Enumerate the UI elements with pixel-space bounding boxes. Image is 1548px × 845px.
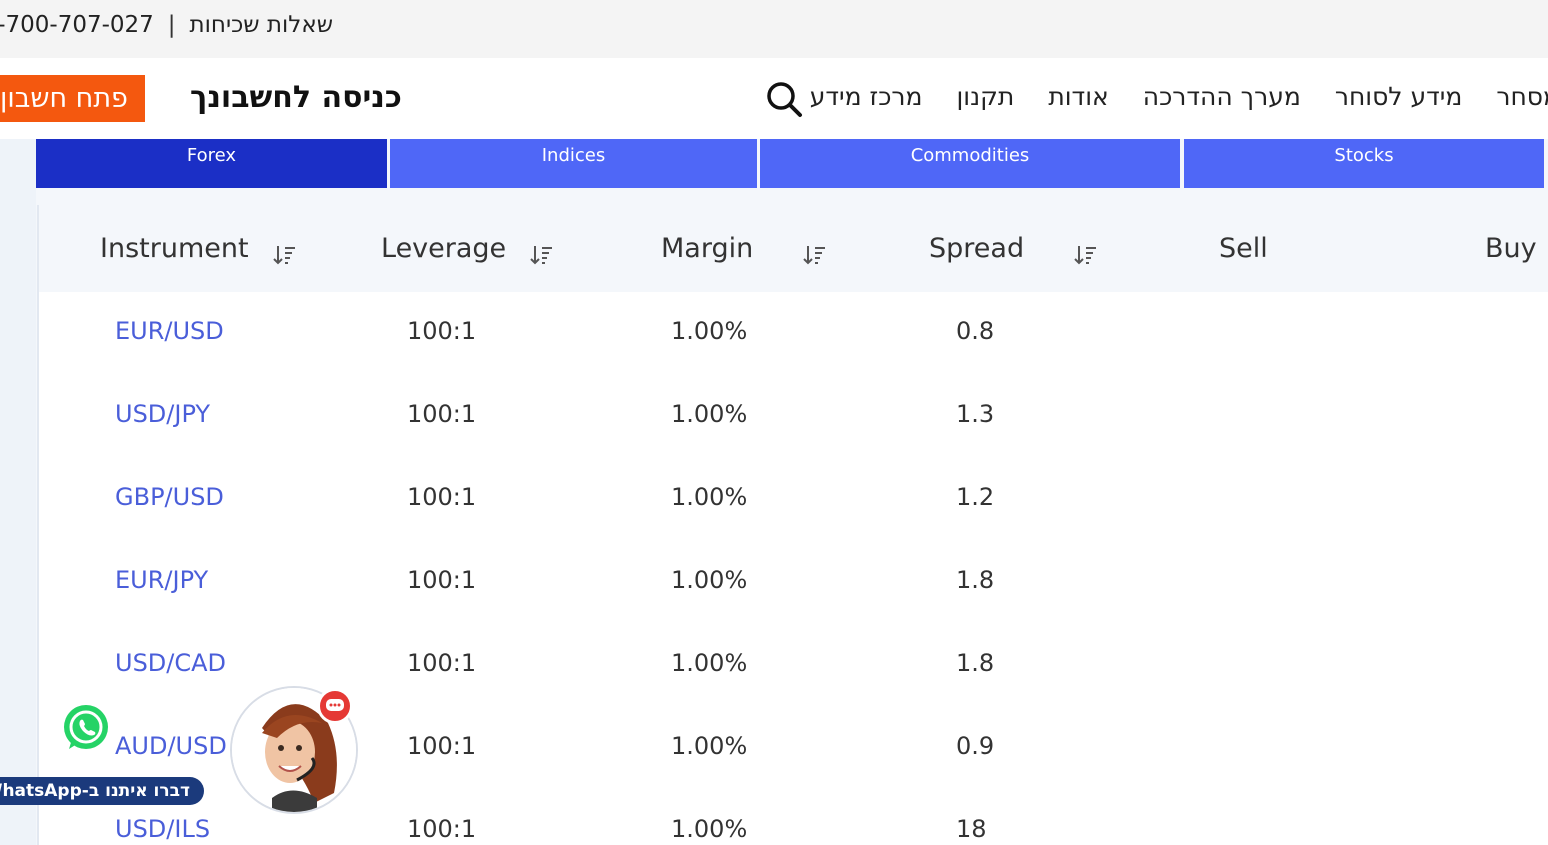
instrument-tabs: Forex Indices Commodities Stocks <box>36 139 1548 188</box>
spread-cell: 1.8 <box>956 566 995 594</box>
leverage-cell: 100:1 <box>407 815 477 843</box>
leverage-cell: 100:1 <box>407 400 477 428</box>
margin-cell: 1.00% <box>671 317 748 345</box>
spread-cell: 1.3 <box>956 400 995 428</box>
tab-commodities[interactable]: Commodities <box>760 139 1180 188</box>
table-header: Instrument Leverage Margin Spread Sell B… <box>39 205 1548 292</box>
spread-cell: 0.9 <box>956 732 995 760</box>
instrument-link[interactable]: EUR/USD <box>115 317 224 345</box>
margin-cell: 1.00% <box>671 400 748 428</box>
chat-bubble-icon[interactable] <box>317 688 353 724</box>
whatsapp-icon[interactable] <box>60 702 112 754</box>
whatsapp-chat-button[interactable]: דברו איתנו ב-WhatsApp <box>0 777 204 805</box>
leverage-cell: 100:1 <box>407 483 477 511</box>
dots-icon <box>326 699 344 711</box>
contact-info: שאלות שכיחות | 1-700-707-027 <box>0 12 333 38</box>
instrument-link[interactable]: EUR/JPY <box>115 566 208 594</box>
faq-link[interactable]: שאלות שכיחות <box>190 12 333 38</box>
column-header-spread[interactable]: Spread <box>929 233 1098 267</box>
instrument-link[interactable]: USD/ILS <box>115 815 210 843</box>
column-label: Spread <box>929 233 1025 264</box>
margin-cell: 1.00% <box>671 483 748 511</box>
column-header-margin[interactable]: Margin <box>661 233 827 267</box>
instrument-link[interactable]: AUD/USD <box>115 732 227 760</box>
sort-icon[interactable] <box>803 243 827 267</box>
login-link[interactable]: כניסה לחשבונך <box>190 80 402 115</box>
column-header-buy: Buy <box>1485 233 1537 264</box>
instrument-link[interactable]: GBP/USD <box>115 483 224 511</box>
tab-indices[interactable]: Indices <box>390 139 757 188</box>
spread-cell: 1.8 <box>956 649 995 677</box>
table-row: EUR/JPY 100:1 1.00% 1.8 <box>39 541 1548 626</box>
search-icon[interactable] <box>765 80 803 118</box>
tab-forex[interactable]: Forex <box>36 139 387 188</box>
column-header-sell: Sell <box>1219 233 1268 264</box>
column-label: Margin <box>661 233 754 264</box>
background-decoration <box>0 139 36 845</box>
nav-item-training[interactable]: מערך ההדרכה <box>1143 82 1301 111</box>
sort-icon[interactable] <box>530 243 554 267</box>
open-account-button[interactable]: פתח חשבון <box>0 75 145 122</box>
nav-menu: מסחר מידע לסוחר מערך ההדרכה אודות תקנון … <box>810 82 1548 111</box>
column-label: Leverage <box>381 233 507 264</box>
margin-cell: 1.00% <box>671 732 748 760</box>
margin-cell: 1.00% <box>671 649 748 677</box>
main-navbar: פתח חשבון כניסה לחשבונך מסחר מידע לסוחר … <box>0 58 1548 139</box>
spread-cell: 18 <box>956 815 987 843</box>
nav-item-about[interactable]: אודות <box>1048 82 1108 111</box>
spread-cell: 0.8 <box>956 317 995 345</box>
instrument-link[interactable]: USD/CAD <box>115 649 226 677</box>
spread-cell: 1.2 <box>956 483 995 511</box>
top-info-bar: שאלות שכיחות | 1-700-707-027 <box>0 0 1548 58</box>
table-row: GBP/USD 100:1 1.00% 1.2 <box>39 458 1548 543</box>
tab-stocks[interactable]: Stocks <box>1184 139 1544 188</box>
column-label: Sell <box>1219 233 1268 264</box>
margin-cell: 1.00% <box>671 815 748 843</box>
nav-item-trader-info[interactable]: מידע לסוחר <box>1335 82 1463 111</box>
leverage-cell: 100:1 <box>407 566 477 594</box>
table-row: EUR/USD 100:1 1.00% 0.8 <box>39 292 1548 377</box>
instrument-link[interactable]: USD/JPY <box>115 400 210 428</box>
nav-item-terms[interactable]: תקנון <box>957 82 1015 111</box>
nav-item-trading[interactable]: מסחר <box>1496 82 1548 111</box>
leverage-cell: 100:1 <box>407 317 477 345</box>
table-row: USD/JPY 100:1 1.00% 1.3 <box>39 375 1548 460</box>
sort-icon[interactable] <box>272 243 297 267</box>
separator: | <box>167 12 176 38</box>
nav-item-info-center[interactable]: מרכז מידע <box>810 82 923 111</box>
column-label: Instrument <box>100 233 249 264</box>
column-header-leverage[interactable]: Leverage <box>381 233 554 267</box>
margin-cell: 1.00% <box>671 566 748 594</box>
column-label: Buy <box>1485 233 1537 264</box>
leverage-cell: 100:1 <box>407 649 477 677</box>
sort-icon[interactable] <box>1074 243 1098 267</box>
phone-number[interactable]: 1-700-707-027 <box>0 12 154 38</box>
column-header-instrument[interactable]: Instrument <box>100 233 297 267</box>
leverage-cell: 100:1 <box>407 732 477 760</box>
